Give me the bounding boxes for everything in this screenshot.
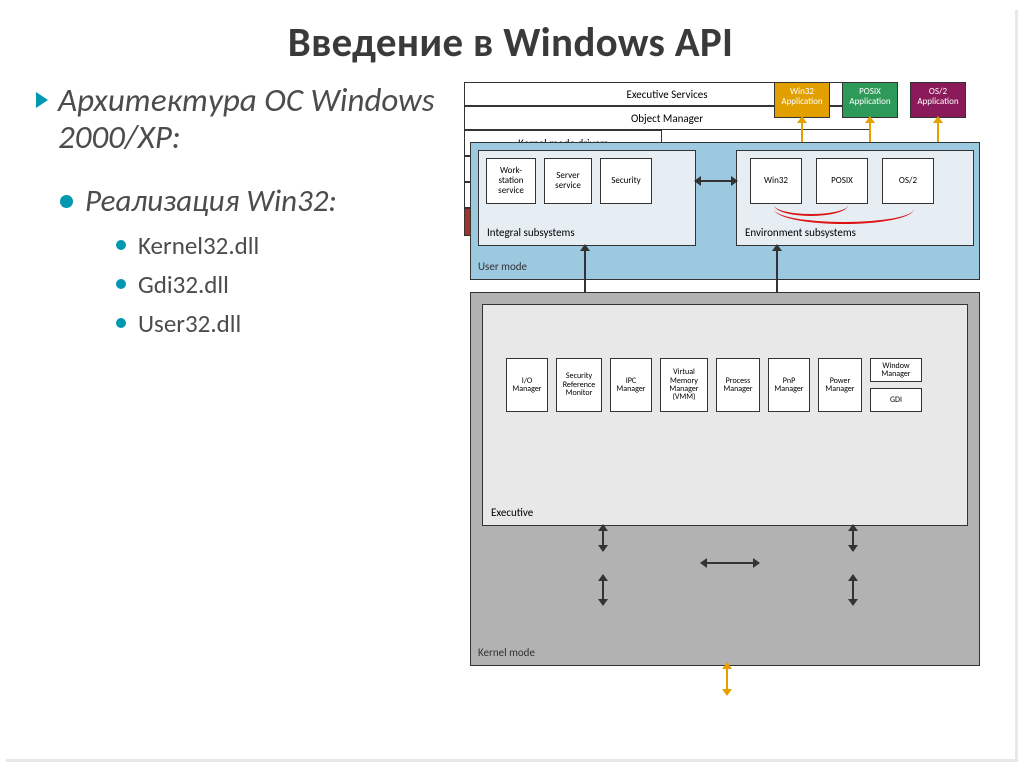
slide: Введение в Windows API Архитектура ОС Wi… [6, 10, 1018, 762]
gdi-box: GDI [870, 388, 922, 412]
vmm-box: Virtual Memory Manager (VMM) [660, 358, 708, 412]
bullet-level3-item: User32.dll [116, 308, 456, 339]
bullet3-text: Kernel32.dll [138, 230, 259, 261]
app-posix: POSIX Application [842, 82, 898, 118]
small-disc-icon [116, 240, 126, 250]
arrow-icon [706, 562, 754, 564]
small-disc-icon [116, 318, 126, 328]
power-manager-box: Power Manager [818, 358, 862, 412]
slide-body: Архитектура ОС Windows 2000/XP: Реализац… [6, 72, 1015, 762]
bullet1-text: Архитектура ОС Windows 2000/XP: [58, 82, 456, 156]
arrow-icon [602, 580, 604, 600]
bullet-level1: Архитектура ОС Windows 2000/XP: [36, 82, 456, 156]
bullet-level3-item: Gdi32.dll [116, 269, 456, 300]
process-manager-box: Process Manager [716, 358, 760, 412]
io-manager-box: I/O Manager [506, 358, 548, 412]
small-disc-icon [116, 279, 126, 289]
env-caption: Environment subsystems [745, 226, 856, 239]
arrow-icon [602, 530, 604, 546]
usermode-label: User mode [478, 260, 527, 273]
security-ref-monitor-box: Security Reference Monitor [556, 358, 602, 412]
server-service-box: Server service [544, 158, 592, 204]
bullet3-text: User32.dll [138, 308, 241, 339]
integral-caption: Integral subsystems [487, 226, 575, 239]
window-manager-box: Window Manager [870, 358, 922, 382]
disc-bullet-icon [60, 195, 73, 208]
architecture-diagram: Win32 Application POSIX Application OS/2… [464, 82, 1009, 762]
kernelmode-label: Kernel mode [478, 646, 535, 659]
ipc-manager-box: IPC Manager [610, 358, 652, 412]
arrow-icon [700, 180, 732, 182]
bullet3-text: Gdi32.dll [138, 269, 229, 300]
bullet2-text: Реализация Win32: [85, 182, 337, 220]
slide-title: Введение в Windows API [6, 10, 1015, 72]
app-win32: Win32 Application [774, 82, 830, 118]
workstation-service-box: Work- station service [486, 158, 536, 204]
security-box: Security [600, 158, 652, 204]
bullet-level3-item: Kernel32.dll [116, 230, 456, 261]
pnp-manager-box: PnP Manager [768, 358, 810, 412]
executive-caption: Executive [491, 506, 533, 519]
triangle-bullet-icon [36, 92, 48, 108]
arrow-icon [726, 668, 728, 690]
arrow-icon [852, 580, 854, 600]
bullet-level2: Реализация Win32: [60, 182, 456, 220]
text-column: Архитектура ОС Windows 2000/XP: Реализац… [36, 82, 456, 762]
redcurve-icon [774, 194, 914, 224]
executive-box: Executive [482, 304, 968, 526]
arrow-icon [852, 530, 854, 546]
app-os2: OS/2 Application [910, 82, 966, 118]
